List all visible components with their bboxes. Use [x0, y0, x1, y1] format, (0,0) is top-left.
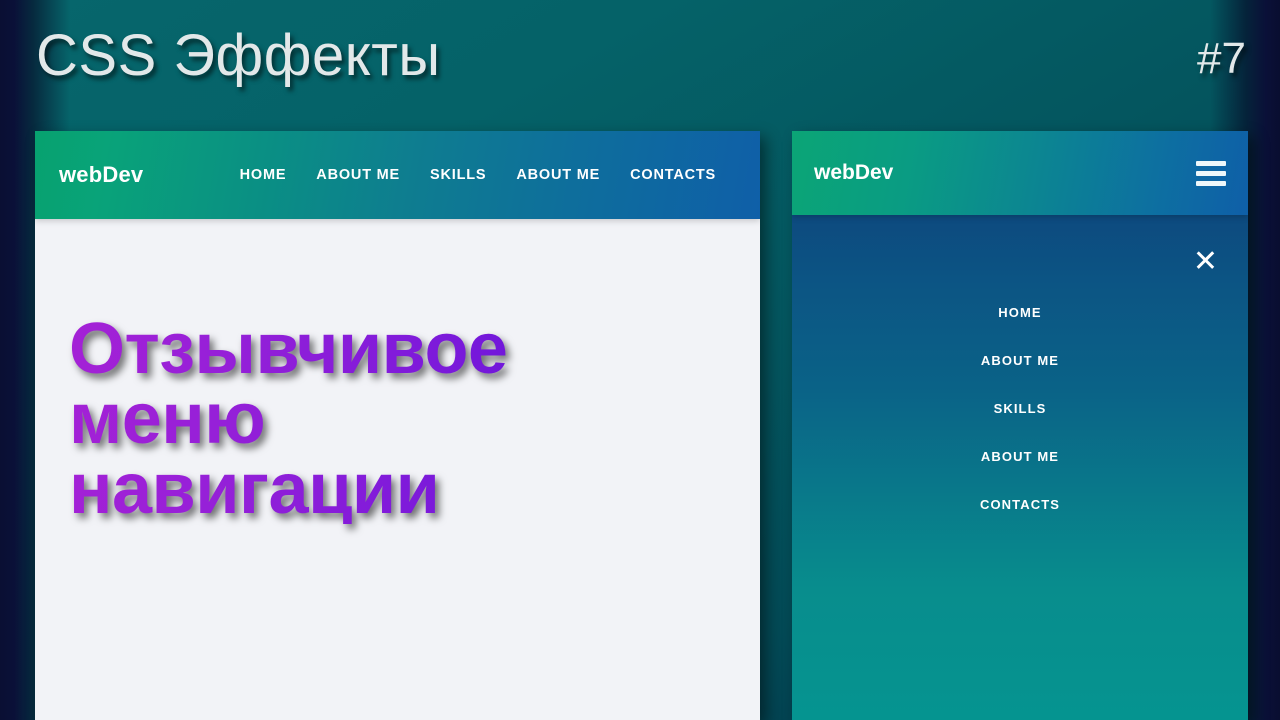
- mobile-nav-item-skills[interactable]: SKILLS: [994, 401, 1047, 416]
- mobile-navbar: webDev: [792, 131, 1248, 215]
- mobile-preview-panel: webDev ✕ HOME ABOUT ME SKILLS ABOUT ME C…: [792, 131, 1248, 720]
- mobile-nav-item-about-me[interactable]: ABOUT ME: [981, 353, 1059, 368]
- hero-heading: Отзывчивое меню навигации: [69, 313, 760, 525]
- nav-item-about-me-2[interactable]: ABOUT ME: [516, 167, 600, 183]
- mobile-nav-item-contacts[interactable]: CONTACTS: [980, 497, 1060, 512]
- mobile-nav-links: HOME ABOUT ME SKILLS ABOUT ME CONTACTS: [792, 305, 1248, 512]
- desktop-hero: Отзывчивое меню навигации: [35, 219, 760, 525]
- desktop-logo[interactable]: webDev: [59, 162, 143, 188]
- slide-canvas: CSS Эффекты #7 webDev HOME ABOUT ME SKIL…: [0, 0, 1280, 720]
- nav-item-home[interactable]: HOME: [240, 167, 287, 183]
- desktop-nav-links: HOME ABOUT ME SKILLS ABOUT ME CONTACTS: [240, 167, 716, 183]
- desktop-navbar: webDev HOME ABOUT ME SKILLS ABOUT ME CON…: [35, 131, 760, 219]
- page-title: CSS Эффекты: [36, 23, 441, 88]
- hamburger-bar-1: [1196, 160, 1226, 166]
- nav-item-contacts[interactable]: CONTACTS: [630, 167, 716, 183]
- episode-number: #7: [1197, 34, 1246, 83]
- mobile-nav-item-home[interactable]: HOME: [998, 305, 1041, 320]
- desktop-preview-panel: webDev HOME ABOUT ME SKILLS ABOUT ME CON…: [35, 131, 760, 720]
- mobile-logo[interactable]: webDev: [814, 161, 893, 185]
- hamburger-bar-2: [1196, 170, 1226, 176]
- nav-item-skills[interactable]: SKILLS: [430, 167, 486, 183]
- mobile-nav-item-about-me-2[interactable]: ABOUT ME: [981, 449, 1059, 464]
- hamburger-icon[interactable]: [1196, 160, 1226, 186]
- nav-item-about-me[interactable]: ABOUT ME: [316, 167, 400, 183]
- close-icon[interactable]: ✕: [1193, 247, 1218, 277]
- hamburger-bar-3: [1196, 180, 1226, 186]
- mobile-menu-overlay: ✕ HOME ABOUT ME SKILLS ABOUT ME CONTACTS: [792, 215, 1248, 720]
